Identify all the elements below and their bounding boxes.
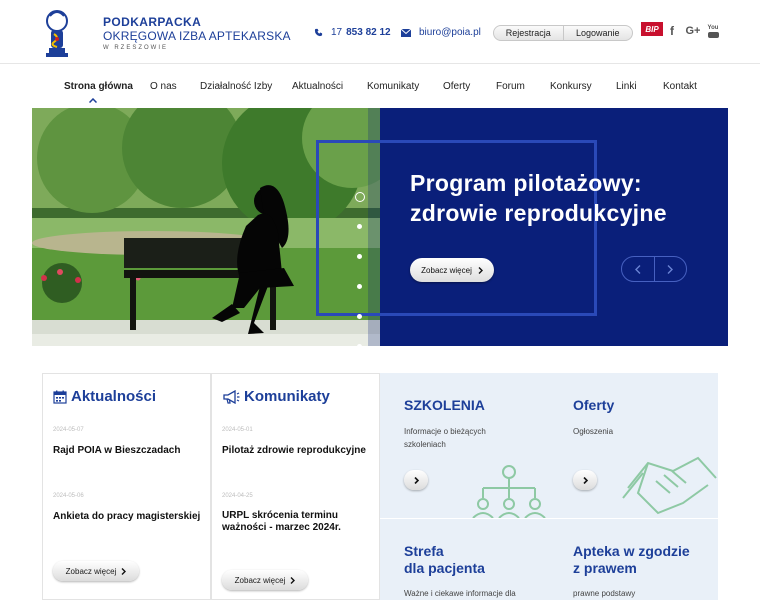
announcements-heading[interactable]: Komunikaty	[222, 388, 330, 405]
nav-announcements[interactable]: Komunikaty	[367, 81, 419, 92]
news-more-label: Zobacz więcej	[65, 566, 117, 576]
hero-title-line-1: Program pilotażowy:	[410, 170, 642, 196]
announcements-more-label: Zobacz więcej	[234, 575, 286, 585]
megaphone-icon	[223, 389, 240, 404]
nav-home[interactable]: Strona główna	[64, 81, 133, 92]
offers-arrow-button[interactable]	[573, 470, 597, 490]
logo-line-2: OKRĘGOWA IZBA APTEKARSKA	[103, 29, 291, 43]
phone-prefix: 17	[331, 27, 343, 38]
handshake-icon	[622, 456, 717, 515]
site-header: PODKARPACKA OKRĘGOWA IZBA APTEKARSKA W R…	[0, 0, 760, 64]
patient-zone-desc: Ważne i ciekawe informacje dla	[404, 589, 516, 598]
nav-links[interactable]: Linki	[616, 81, 637, 92]
pharmacy-law-title-line-1: Apteka w zgodzie	[573, 543, 690, 559]
patient-zone-title-line-2: dla pacjenta	[404, 560, 485, 576]
slider-dot[interactable]	[357, 284, 362, 289]
hero-more-label: Zobacz więcej	[421, 265, 472, 275]
youtube-icon-text: You	[707, 24, 719, 31]
phone-icon	[314, 28, 323, 37]
news-item-title[interactable]: Ankieta do pracy magisterskiej	[53, 511, 203, 523]
slider-prev-button[interactable]	[622, 257, 654, 281]
youtube-icon[interactable]: You	[706, 22, 720, 40]
slider-dot[interactable]	[355, 192, 365, 202]
announcements-more-button[interactable]: Zobacz więcej	[222, 570, 308, 590]
announcements-heading-label: Komunikaty	[244, 388, 330, 405]
google-plus-icon[interactable]: G+	[683, 22, 703, 40]
logo-line-1: PODKARPACKA	[103, 15, 202, 29]
nav-contests[interactable]: Konkursy	[550, 81, 592, 92]
pharmacy-law-desc: prawne podstawy	[573, 589, 636, 598]
slider-dot[interactable]	[357, 314, 362, 319]
announcements-card: Komunikaty 2024-05-01 Pilotaż zdrowie re…	[211, 373, 380, 600]
news-heading-label: Aktualności	[71, 388, 157, 405]
hero-slider-arrows	[621, 256, 687, 282]
pharmacy-law-tile[interactable]: Apteka w zgodzie z prawem prawne podstaw…	[549, 519, 718, 600]
news-date: 2024-05-06	[53, 493, 84, 499]
register-button[interactable]: Rejestracja	[494, 26, 563, 40]
auth-buttons: Rejestracja Logowanie	[493, 25, 633, 41]
bip-icon[interactable]: BIP	[641, 22, 663, 36]
news-item-title[interactable]: Rajd POIA w Bieszczadach	[53, 445, 203, 457]
patient-zone-title-line-1: Strefa	[404, 543, 444, 559]
hero-more-button[interactable]: Zobacz więcej	[410, 258, 494, 282]
nav-offers[interactable]: Oferty	[443, 81, 470, 92]
training-arrow-button[interactable]	[404, 470, 428, 490]
training-title: SZKOLENIA	[404, 397, 485, 413]
nav-chamber-activity[interactable]: Działalność Izby	[200, 81, 272, 92]
envelope-icon	[401, 28, 411, 37]
pharmacy-law-title-line-2: z prawem	[573, 560, 637, 576]
offers-desc: Ogłoszenia	[573, 427, 614, 436]
phone-number: 853 82 12	[346, 27, 391, 38]
announcement-item-title[interactable]: Pilotaż zdrowie reprodukcyjne	[222, 445, 372, 457]
training-tile[interactable]: SZKOLENIA Informacje o bieżących szkolen…	[380, 373, 549, 518]
slider-dot[interactable]	[357, 344, 362, 346]
org-chart-icon	[472, 465, 546, 518]
announcement-date: 2024-05-01	[222, 427, 253, 433]
pharmacy-law-title: Apteka w zgodzie z prawem	[573, 543, 690, 577]
hero-slider: Program pilotażowy: zdrowie reprodukcyjn…	[32, 108, 728, 346]
hero-title: Program pilotażowy: zdrowie reprodukcyjn…	[410, 168, 667, 228]
nav-forum[interactable]: Forum	[496, 81, 525, 92]
chevron-right-icon	[290, 576, 296, 584]
news-heading[interactable]: Aktualności	[53, 388, 156, 405]
patient-zone-title: Strefa dla pacjenta	[404, 543, 485, 577]
slider-next-button[interactable]	[653, 257, 687, 281]
news-card: Aktualności 2024-05-07 Rajd POIA w Biesz…	[42, 373, 211, 600]
offers-title: Oferty	[573, 397, 615, 413]
slider-dot[interactable]	[357, 254, 362, 259]
logo-line-3: W RZESZOWIE	[103, 45, 168, 51]
nav-news[interactable]: Aktualności	[292, 81, 343, 92]
announcement-item-title[interactable]: URPL skrócenia terminu ważności - marzec…	[222, 510, 367, 534]
nav-contact[interactable]: Kontakt	[663, 81, 697, 92]
facebook-icon[interactable]: f	[666, 22, 678, 40]
training-desc: Informacje o bieżących szkoleniach	[404, 427, 486, 449]
offers-tile[interactable]: Oferty Ogłoszenia	[549, 373, 718, 518]
content-grid: Aktualności 2024-05-07 Rajd POIA w Biesz…	[42, 373, 718, 600]
chevron-right-icon	[667, 264, 674, 274]
calendar-icon	[53, 390, 67, 404]
chevron-left-icon	[634, 264, 641, 274]
chevron-up-icon	[89, 98, 97, 103]
chevron-right-icon	[413, 476, 419, 484]
news-date: 2024-05-07	[53, 427, 84, 433]
hero-title-line-2: zdrowie reprodukcyjne	[410, 200, 667, 226]
announcement-date: 2024-04-25	[222, 493, 253, 499]
slider-dot[interactable]	[357, 224, 362, 229]
patient-zone-tile[interactable]: Strefa dla pacjenta Ważne i ciekawe info…	[380, 519, 549, 600]
pharmacy-chamber-logo-icon[interactable]	[40, 10, 74, 60]
main-nav: Strona główna O nas Działalność Izby Akt…	[0, 64, 760, 108]
login-button[interactable]: Logowanie	[562, 26, 633, 40]
nav-about[interactable]: O nas	[150, 81, 177, 92]
chevron-right-icon	[121, 567, 127, 575]
email-contact[interactable]: biuro@poia.pl	[401, 27, 481, 38]
email-address: biuro@poia.pl	[419, 27, 481, 38]
chevron-right-icon	[582, 476, 588, 484]
phone-contact[interactable]: 17 853 82 12	[314, 27, 391, 38]
news-more-button[interactable]: Zobacz więcej	[53, 561, 139, 581]
chevron-right-icon	[478, 266, 483, 274]
logo-text[interactable]: PODKARPACKA OKRĘGOWA IZBA APTEKARSKA W R…	[103, 15, 291, 51]
